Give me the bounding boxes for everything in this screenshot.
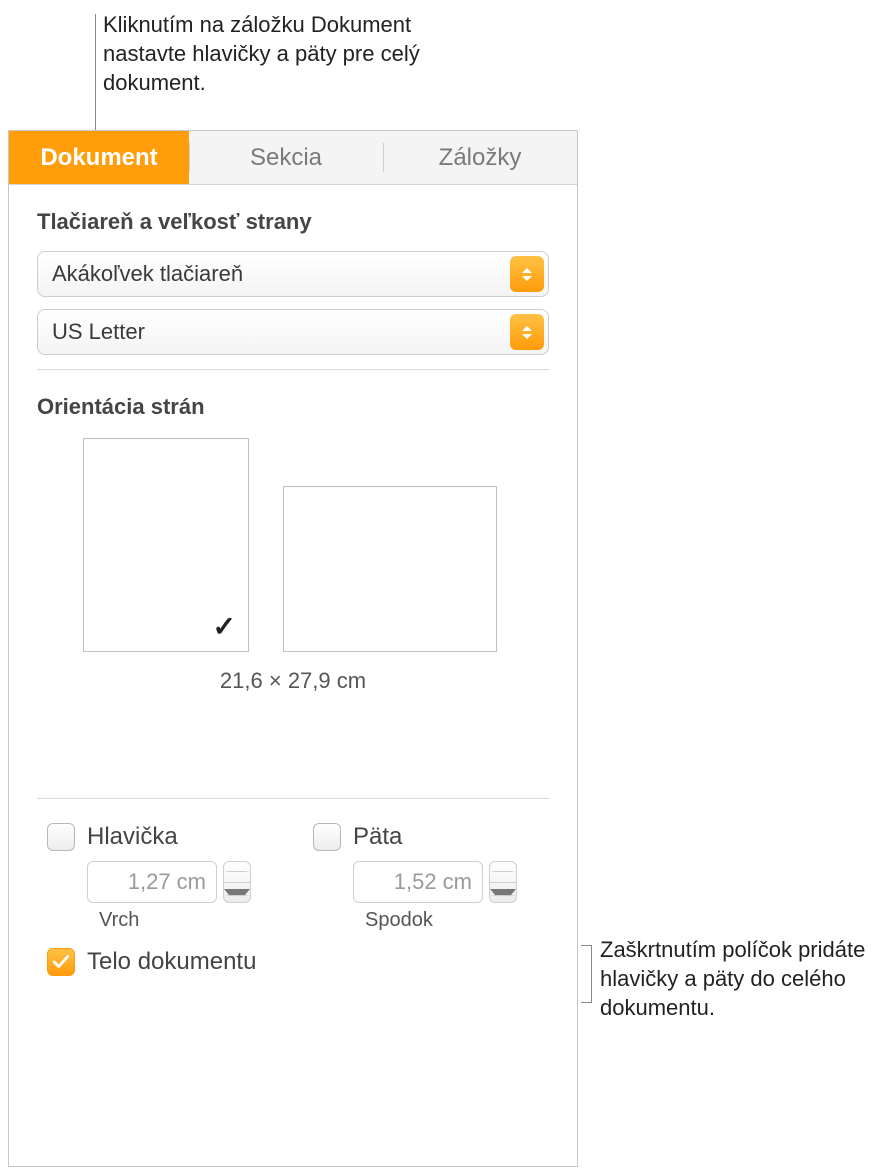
tab-bar: Dokument Sekcia Záložky bbox=[9, 131, 577, 185]
tab-document-label: Dokument bbox=[40, 144, 157, 172]
footer-checkbox[interactable] bbox=[313, 823, 341, 851]
checkmark-icon: ✓ bbox=[213, 610, 236, 643]
footer-stepper-up[interactable] bbox=[490, 862, 516, 883]
page-size-popup-value: US Letter bbox=[52, 319, 145, 345]
printer-popup[interactable]: Akákoľvek tlačiareň bbox=[37, 251, 549, 297]
callout-bracket bbox=[578, 945, 592, 1003]
footer-margin-value: 1,52 cm bbox=[394, 869, 472, 895]
header-footer-section: Hlavička 1,27 cm Vrch bbox=[9, 799, 577, 976]
printer-size-section: Tlačiareň a veľkosť strany Akákoľvek tla… bbox=[9, 185, 577, 355]
orientation-portrait-button[interactable]: ✓ bbox=[83, 438, 249, 652]
header-margin-value: 1,27 cm bbox=[128, 869, 206, 895]
callout-top-text: Kliknutím na záložku Dokument nastavte h… bbox=[103, 12, 420, 95]
printer-size-title: Tlačiareň a veľkosť strany bbox=[37, 209, 549, 235]
header-stepper-up[interactable] bbox=[224, 862, 250, 883]
callout-right: Zaškrtnutím políčok pridáte hlavičky a p… bbox=[600, 935, 870, 1022]
header-footer-row: Hlavička 1,27 cm Vrch bbox=[37, 807, 549, 932]
callout-right-text: Zaškrtnutím políčok pridáte hlavičky a p… bbox=[600, 937, 865, 1020]
popup-arrows-icon bbox=[510, 256, 544, 292]
header-margin-input[interactable]: 1,27 cm bbox=[87, 861, 217, 903]
footer-stepper-down[interactable] bbox=[490, 883, 516, 903]
document-body-checkbox[interactable] bbox=[47, 948, 75, 976]
tab-section[interactable]: Sekcia bbox=[189, 131, 383, 184]
document-body-label: Telo dokumentu bbox=[87, 948, 256, 976]
footer-label: Päta bbox=[353, 823, 402, 851]
header-checkbox[interactable] bbox=[47, 823, 75, 851]
footer-margin-stepper: 1,52 cm bbox=[353, 861, 539, 903]
footer-checkbox-row: Päta bbox=[313, 823, 539, 851]
popup-arrows-icon bbox=[510, 314, 544, 350]
header-sublabel: Vrch bbox=[99, 909, 273, 932]
orientation-landscape-button[interactable] bbox=[283, 486, 497, 652]
header-label: Hlavička bbox=[87, 823, 178, 851]
tab-bookmarks-label: Záložky bbox=[439, 144, 522, 172]
footer-sublabel: Spodok bbox=[365, 909, 539, 932]
orientation-title: Orientácia strán bbox=[37, 394, 549, 420]
header-stepper-buttons bbox=[223, 861, 251, 903]
document-body-row: Telo dokumentu bbox=[37, 932, 549, 976]
page-size-popup[interactable]: US Letter bbox=[37, 309, 549, 355]
footer-stepper-buttons bbox=[489, 861, 517, 903]
orientation-options: ✓ bbox=[37, 438, 549, 652]
printer-popup-value: Akákoľvek tlačiareň bbox=[52, 261, 243, 287]
callout-top: Kliknutím na záložku Dokument nastavte h… bbox=[103, 10, 463, 97]
page-dimensions-label: 21,6 × 27,9 cm bbox=[37, 668, 549, 694]
tab-bookmarks[interactable]: Záložky bbox=[383, 131, 577, 184]
tab-document[interactable]: Dokument bbox=[9, 131, 189, 184]
header-margin-stepper: 1,27 cm bbox=[87, 861, 273, 903]
footer-column: Päta 1,52 cm Spodok bbox=[313, 823, 539, 932]
header-checkbox-row: Hlavička bbox=[47, 823, 273, 851]
header-stepper-down[interactable] bbox=[224, 883, 250, 903]
footer-margin-input[interactable]: 1,52 cm bbox=[353, 861, 483, 903]
callout-leader-line bbox=[95, 14, 96, 144]
orientation-section: Orientácia strán ✓ 21,6 × 27,9 cm bbox=[9, 370, 577, 694]
tab-section-label: Sekcia bbox=[250, 144, 322, 172]
document-inspector-panel: Dokument Sekcia Záložky Tlačiareň a veľk… bbox=[8, 130, 578, 1167]
spacer bbox=[9, 694, 577, 784]
header-column: Hlavička 1,27 cm Vrch bbox=[47, 823, 273, 932]
